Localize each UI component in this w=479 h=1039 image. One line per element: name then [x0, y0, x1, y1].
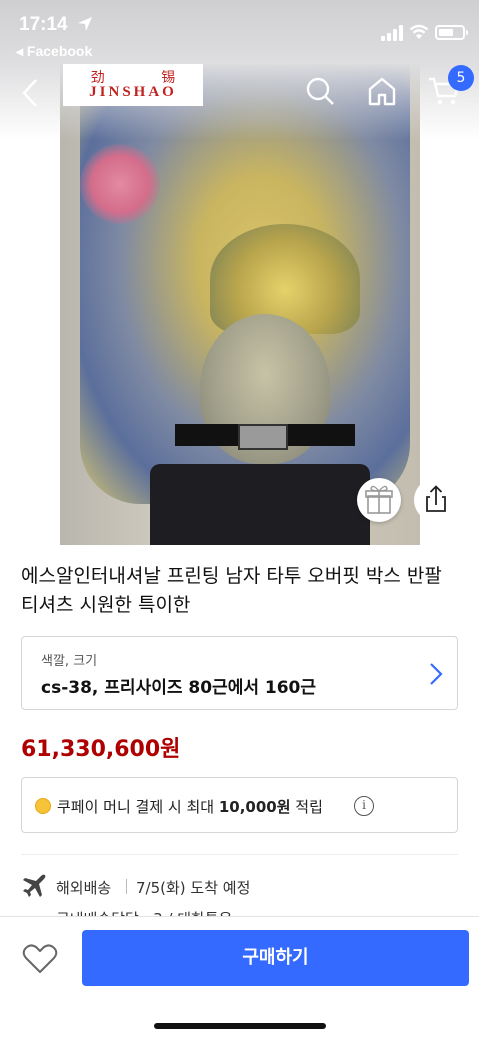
- wifi-icon: [409, 24, 429, 39]
- heart-icon[interactable]: [22, 943, 58, 975]
- cart-count-badge: 5: [448, 65, 474, 91]
- option-value: cs-38, 프리사이즈 80근에서 160근: [41, 678, 317, 698]
- status-time: 17:14: [19, 14, 68, 35]
- shipping-separator: [126, 879, 127, 894]
- gift-button[interactable]: [357, 478, 401, 522]
- brand-logo: 劲 锡 JINSHAO: [63, 64, 203, 106]
- airplane-icon: [23, 874, 46, 897]
- back-to-facebook-link[interactable]: ◂ Facebook: [16, 43, 92, 60]
- coupay-prefix: 쿠페이 머니 결제 시 최대: [57, 798, 219, 816]
- info-icon[interactable]: i: [354, 796, 374, 816]
- coupay-amount: 10,000원: [218, 798, 291, 816]
- product-title: 에스알인터내셔날 프린팅 남자 타투 오버핏 박스 반팔 티셔츠 시원한 특이한: [21, 565, 442, 616]
- top-navigation: 劲 锡 JINSHAO: [0, 64, 479, 120]
- coupay-suffix: 적립: [290, 798, 323, 816]
- signal-icon: [381, 25, 403, 41]
- home-icon[interactable]: [366, 76, 398, 106]
- shipping-info-row: 해외배송 7/5(화) 도착 예정: [21, 873, 458, 901]
- gift-icon: [365, 485, 393, 514]
- shipping-type: 해외배송: [56, 879, 112, 897]
- product-price: 61,330,600원: [21, 737, 181, 762]
- section-divider: [21, 854, 458, 855]
- bottom-action-bar: 구매하기: [0, 916, 479, 1039]
- back-chevron-icon[interactable]: [18, 78, 42, 108]
- search-icon[interactable]: [305, 76, 335, 106]
- home-indicator: [154, 1023, 326, 1029]
- logo-english-text: JINSHAO: [89, 84, 177, 100]
- location-arrow-icon: [78, 17, 92, 31]
- coupay-reward-box: 쿠페이 머니 결제 시 최대 10,000원 적립 i: [21, 777, 458, 833]
- coin-icon: [35, 798, 51, 814]
- option-label: 색깔, 크기: [41, 654, 98, 669]
- option-selector[interactable]: 색깔, 크기 cs-38, 프리사이즈 80근에서 160근: [21, 636, 458, 710]
- coupay-reward-text: 쿠페이 머니 결제 시 최대 10,000원 적립: [57, 796, 323, 817]
- share-icon: [426, 485, 446, 512]
- status-bar: 17:14: [0, 0, 479, 44]
- buy-button[interactable]: 구매하기: [82, 930, 469, 986]
- battery-icon: [435, 25, 468, 40]
- share-button[interactable]: [414, 478, 458, 522]
- chevron-right-icon: [430, 663, 443, 685]
- arrival-date: 7/5(화) 도착 예정: [136, 879, 251, 897]
